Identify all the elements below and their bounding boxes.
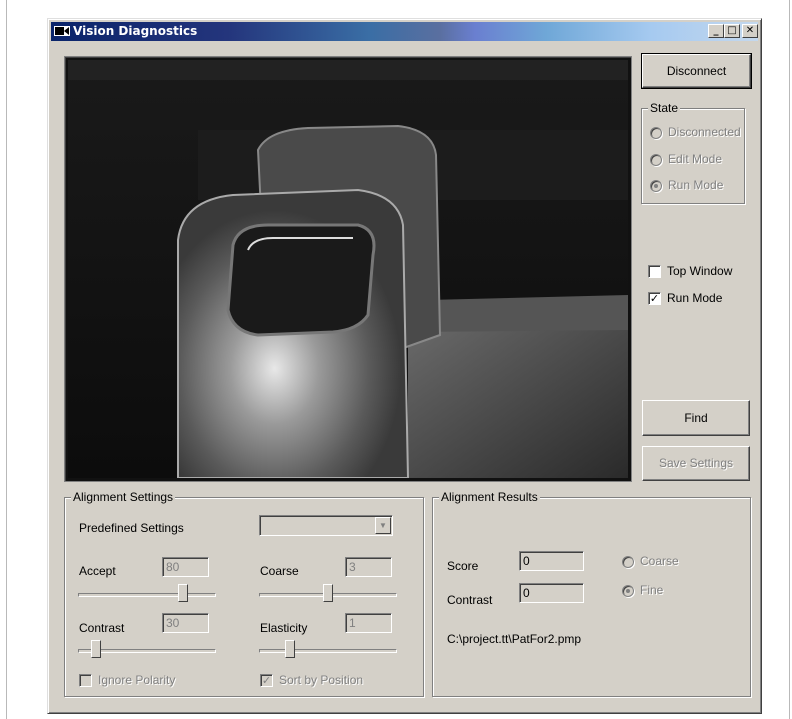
accept-field[interactable]: 80 [162, 557, 209, 577]
radio-edit-mode[interactable] [650, 154, 662, 166]
top-window-checkbox[interactable] [648, 265, 661, 278]
elasticity-slider-thumb[interactable] [284, 640, 295, 658]
radio-run-mode-label: Run Mode [668, 178, 724, 192]
find-button[interactable]: Find [642, 400, 750, 436]
radio-fine[interactable] [622, 585, 634, 597]
radio-run-mode[interactable] [650, 180, 662, 192]
radio-edit-mode-label: Edit Mode [668, 152, 723, 166]
alignment-results-title: Alignment Results [439, 490, 540, 504]
chevron-down-icon[interactable]: ▼ [375, 517, 391, 534]
pattern-file-path: C:\project.tt\PatFor2.pmp [447, 632, 582, 646]
sort-by-position-label: Sort by Position [279, 673, 364, 687]
score-field: 0 [519, 551, 584, 571]
alignment-settings-title: Alignment Settings [71, 490, 176, 504]
accept-slider-track[interactable] [78, 593, 216, 597]
results-contrast-label: Contrast [447, 593, 493, 607]
score-label: Score [447, 559, 479, 573]
camera-image[interactable] [68, 60, 628, 478]
window-title: Vision Diagnostics [73, 24, 198, 38]
elasticity-slider-track[interactable] [259, 649, 397, 653]
contrast-slider-thumb[interactable] [90, 640, 101, 658]
maximize-button[interactable]: □ [724, 24, 740, 38]
radio-disconnected[interactable] [650, 127, 662, 139]
ignore-polarity-label: Ignore Polarity [98, 673, 176, 687]
radio-fine-label: Fine [640, 583, 664, 597]
contrast-field[interactable]: 30 [162, 613, 209, 633]
accept-label: Accept [79, 564, 116, 578]
sort-by-position-checkbox[interactable]: ✓ [260, 674, 273, 687]
elasticity-label: Elasticity [260, 621, 308, 635]
elasticity-field[interactable]: 1 [345, 613, 392, 633]
results-contrast-field: 0 [519, 583, 584, 603]
predefined-settings-combo[interactable]: ▼ [259, 515, 393, 536]
radio-coarse-label: Coarse [640, 554, 679, 568]
predefined-settings-label: Predefined Settings [79, 521, 184, 535]
radio-disconnected-label: Disconnected [668, 125, 741, 139]
radio-coarse[interactable] [622, 556, 634, 568]
minimize-button[interactable]: _ [708, 24, 724, 38]
disconnect-button[interactable]: Disconnect [641, 53, 752, 89]
run-mode-checkbox[interactable]: ✓ [648, 292, 661, 305]
camera-icon [54, 26, 70, 36]
contrast-label: Contrast [79, 621, 125, 635]
close-button[interactable]: ✕ [742, 24, 758, 38]
ignore-polarity-checkbox[interactable] [79, 674, 92, 687]
coarse-label: Coarse [260, 564, 299, 578]
state-group-title: State [648, 101, 681, 115]
accept-slider-thumb[interactable] [177, 584, 188, 602]
top-window-label: Top Window [667, 264, 733, 278]
run-mode-label: Run Mode [667, 291, 723, 305]
vision-diagnostics-window: Vision Diagnostics _ □ ✕ Disconnect Stat… [47, 18, 762, 714]
save-settings-button[interactable]: Save Settings [642, 446, 750, 481]
title-bar[interactable]: Vision Diagnostics _ □ ✕ [51, 22, 758, 41]
coarse-field[interactable]: 3 [345, 557, 392, 577]
coarse-slider-thumb[interactable] [323, 584, 333, 602]
